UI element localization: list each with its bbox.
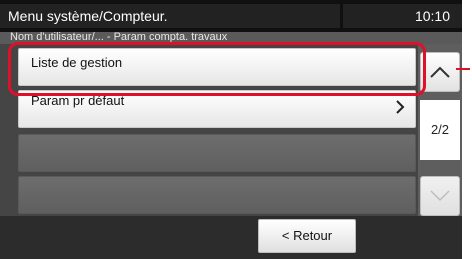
screen-title: Menu système/Compteur. [0,4,340,28]
footer-bar: < Retour [0,216,462,259]
panel-screen: Menu système/Compteur. 10:10 Nom d'utili… [0,0,462,259]
scroll-down-button[interactable] [420,176,460,216]
chevron-right-icon [395,99,405,119]
list-item-label: Param pr défaut [31,93,125,108]
menu-list: Liste de gestion Param pr défaut [0,44,418,216]
chevron-down-icon [429,189,451,203]
list-item-empty [18,176,416,214]
scroll-up-button[interactable] [420,52,460,92]
list-item-label: Liste de gestion [31,55,123,70]
title-bar: Menu système/Compteur. 10:10 [0,0,462,32]
list-item-param-pr-defaut[interactable]: Param pr défaut [18,90,416,128]
back-button[interactable]: < Retour [258,219,356,253]
page-indicator: 2/2 [420,100,460,160]
callout-line [456,68,470,70]
list-item-empty [18,134,416,172]
list-item-liste-de-gestion[interactable]: Liste de gestion [18,48,416,86]
breadcrumb: Nom d'utilisateur/... - Param compta. tr… [0,31,462,44]
chevron-up-icon [429,65,451,79]
clock: 10:10 [343,4,462,28]
breadcrumb-text: Nom d'utilisateur/... - Param compta. tr… [10,31,228,43]
